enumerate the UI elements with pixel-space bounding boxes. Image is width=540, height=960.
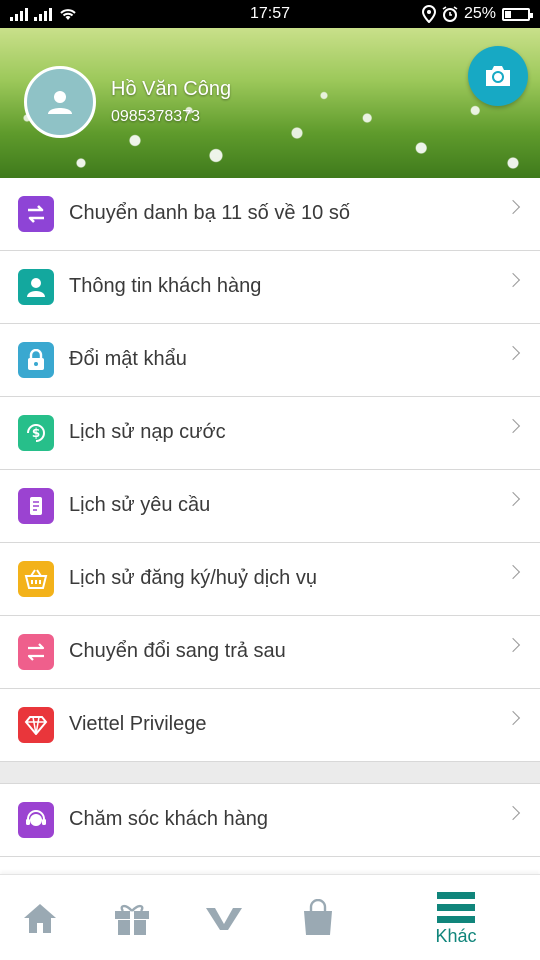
- nav-viettel[interactable]: [176, 875, 272, 960]
- menu-item-service-history[interactable]: Lịch sử đăng ký/huỷ dịch vụ: [0, 543, 540, 616]
- chevron-right-icon: [505, 199, 521, 215]
- nav-gift[interactable]: [84, 875, 180, 960]
- status-left: [10, 6, 78, 22]
- lock-icon: [18, 342, 54, 378]
- status-right: 25%: [421, 5, 533, 23]
- menu-icon: [437, 891, 475, 923]
- nav-more[interactable]: Khác: [408, 875, 504, 960]
- nav-home[interactable]: [0, 875, 88, 960]
- menu-label: Chuyển đổi sang trả sau: [69, 640, 286, 662]
- exchange-icon: [18, 634, 54, 670]
- location-icon: [421, 5, 436, 23]
- home-icon: [24, 904, 56, 933]
- person-icon: [48, 91, 72, 114]
- section-divider: [0, 762, 540, 784]
- menu-item-convert-contacts[interactable]: Chuyển danh bạ 11 số về 10 số: [0, 178, 540, 251]
- menu-label: Chuyển danh bạ 11 số về 10 số: [69, 202, 350, 224]
- menu-label: Lịch sử nạp cước: [69, 421, 226, 443]
- chevron-right-icon: [505, 418, 521, 434]
- menu-item-switch-postpaid[interactable]: Chuyển đổi sang trả sau: [0, 616, 540, 689]
- menu-item-change-password[interactable]: Đổi mật khẩu: [0, 324, 540, 397]
- menu-label: Lịch sử yêu cầu: [69, 494, 211, 516]
- battery-icon: [502, 7, 533, 21]
- menu-item-viettel-privilege[interactable]: Viettel Privilege: [0, 689, 540, 762]
- menu-item-customer-info[interactable]: Thông tin khách hàng: [0, 251, 540, 324]
- avatar[interactable]: [24, 66, 96, 138]
- gift-icon: [115, 904, 149, 935]
- nav-more-label: Khác: [435, 925, 477, 946]
- menu-item-topup-history[interactable]: $ Lịch sử nạp cước: [0, 397, 540, 470]
- chevron-right-icon: [505, 345, 521, 361]
- menu-list: Chuyển danh bạ 11 số về 10 số Thông tin …: [0, 178, 540, 857]
- diamond-icon: [18, 707, 54, 743]
- menu-label: Chăm sóc khách hàng: [69, 808, 269, 830]
- user-phone: 0985378373: [111, 108, 200, 125]
- menu-label: Đổi mật khẩu: [69, 348, 187, 370]
- chevron-right-icon: [505, 637, 521, 653]
- chevron-right-icon: [505, 564, 521, 580]
- user-name: Hồ Văn Công: [111, 78, 232, 100]
- chevron-right-icon: [505, 491, 521, 507]
- dollar-refresh-icon: $: [18, 415, 54, 451]
- camera-icon: [486, 66, 510, 86]
- menu-label: Thông tin khách hàng: [69, 275, 262, 297]
- shopping-bag-icon: [304, 899, 332, 935]
- camera-button[interactable]: [468, 46, 528, 106]
- chevron-right-icon: [505, 805, 521, 821]
- bottom-nav: Khác: [0, 874, 540, 960]
- nav-shop[interactable]: [270, 875, 366, 960]
- alarm-icon: [442, 6, 458, 22]
- chevron-right-icon: [505, 272, 521, 288]
- status-bar: 17:57 25%: [0, 0, 540, 28]
- menu-item-customer-care[interactable]: Chăm sóc khách hàng: [0, 784, 540, 857]
- menu-item-request-history[interactable]: Lịch sử yêu cầu: [0, 470, 540, 543]
- chevron-right-icon: [505, 710, 521, 726]
- support-agent-icon: [18, 802, 54, 838]
- signal-icon-2: [34, 7, 52, 21]
- signal-icon: [10, 7, 28, 21]
- svg-text:$: $: [32, 426, 40, 440]
- menu-label: Lịch sử đăng ký/huỷ dịch vụ: [69, 567, 317, 589]
- battery-percent: 25%: [463, 5, 496, 22]
- basket-icon: [18, 561, 54, 597]
- menu-label: Viettel Privilege: [69, 713, 207, 735]
- swap-arrows-icon: [18, 196, 54, 232]
- wifi-icon: [60, 9, 76, 20]
- profile-banner: Hồ Văn Công 0985378373: [0, 28, 540, 178]
- viettel-logo-icon: [206, 908, 242, 930]
- scroll-icon: [18, 488, 54, 524]
- user-icon: [18, 269, 54, 305]
